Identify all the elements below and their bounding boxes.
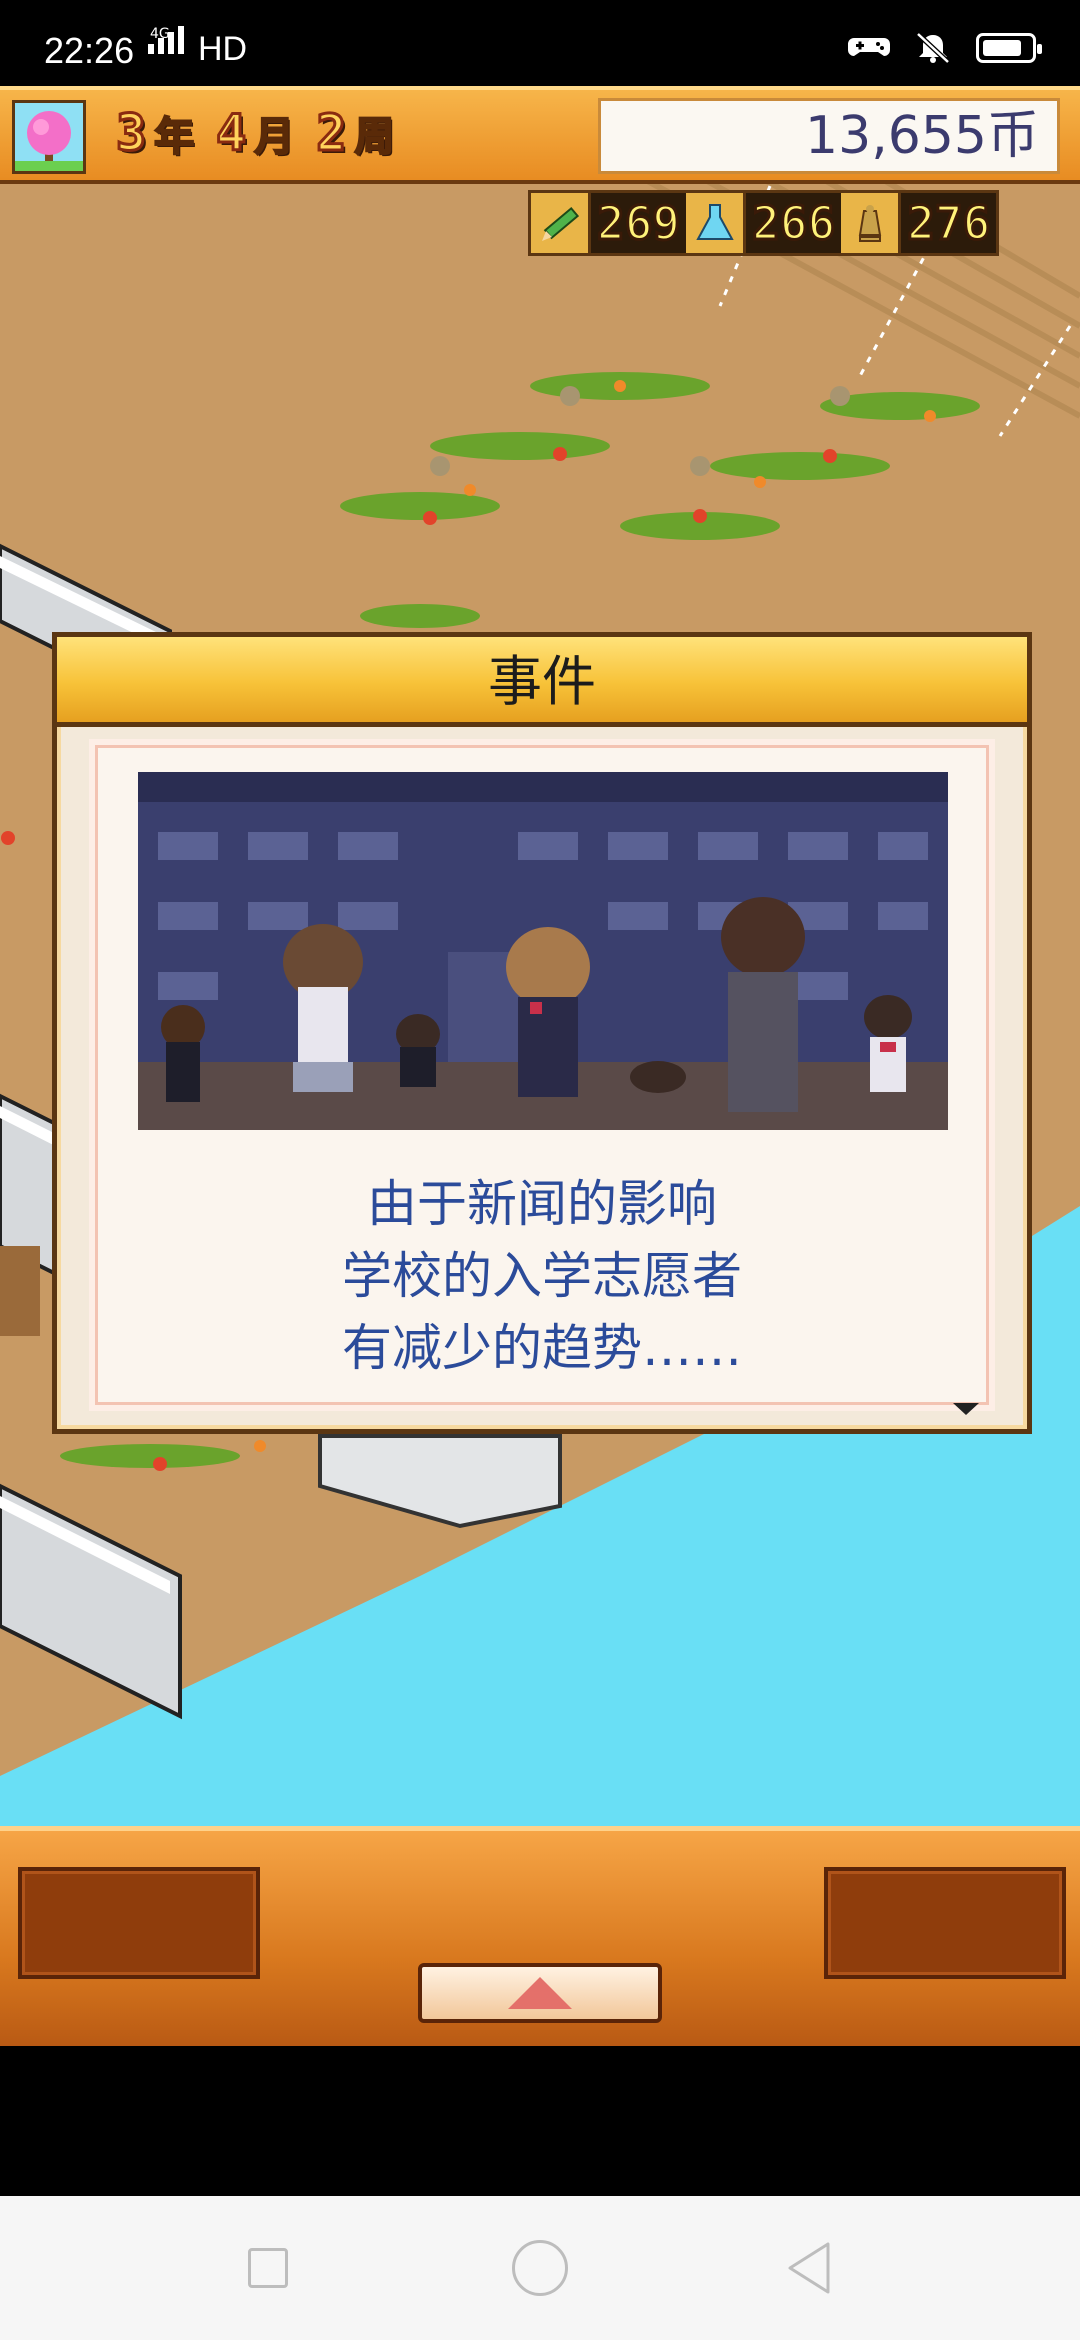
event-illustration (138, 772, 948, 1130)
system-nav-bar (0, 2196, 1080, 2340)
home-button[interactable] (512, 2240, 568, 2296)
pink-tree-icon[interactable] (12, 100, 86, 174)
money-display[interactable]: 13,655币 (598, 98, 1060, 174)
year-unit: 年 (153, 113, 195, 161)
event-dialog[interactable]: 事件 由于新闻的影响 学校的入学志愿者 有减少的趋势…… (52, 632, 1032, 1434)
up-arrow-icon (508, 1977, 572, 2009)
flask-value: 266 (746, 193, 842, 253)
month-value: 4 (215, 103, 248, 164)
event-line-1: 由于新闻的影响 (367, 1175, 717, 1233)
clock: 22:26 (44, 30, 135, 71)
left-slot-button[interactable] (18, 1867, 260, 1979)
year-value: 3 (114, 103, 147, 164)
trophy-value: 276 (901, 193, 997, 253)
month-unit: 月 (253, 113, 295, 161)
pencil-value: 269 (591, 193, 687, 253)
dialog-title: 事件 (488, 650, 596, 713)
back-button[interactable] (784, 2240, 834, 2296)
trophy-icon (841, 193, 902, 253)
week-unit: 周 (353, 113, 395, 161)
event-line-3: 有减少的趋势…… (342, 1319, 742, 1377)
pencil-icon (531, 193, 591, 253)
dialog-header: 事件 (57, 637, 1027, 727)
bottom-panel (0, 1826, 1080, 2046)
next-arrow-icon[interactable] (953, 1403, 979, 1415)
battery-icon (976, 33, 1042, 63)
open-menu-button[interactable] (418, 1963, 662, 2023)
hd-indicator: HD (198, 30, 248, 68)
game-date: 3 年 4 月 2 周 (114, 103, 408, 164)
recents-button[interactable] (248, 2248, 288, 2288)
resource-bar: 269 266 276 (528, 190, 1000, 256)
mute-bell-icon (916, 32, 950, 64)
right-slot-button[interactable] (824, 1867, 1066, 1979)
top-hud: 3 年 4 月 2 周 13,655币 (0, 86, 1080, 184)
week-value: 2 (315, 103, 348, 164)
event-message: 由于新闻的影响 学校的入学志愿者 有减少的趋势…… (98, 1168, 986, 1384)
event-line-2: 学校的入学志愿者 (342, 1247, 742, 1305)
dialog-body: 由于新闻的影响 学校的入学志愿者 有减少的趋势…… (95, 745, 989, 1405)
letterbox (0, 2046, 1080, 2196)
signal-icon: 4G (148, 26, 184, 54)
flask-icon (686, 193, 747, 253)
status-bar: 22:26 4G HD (0, 0, 1080, 86)
game-controller-icon (848, 38, 890, 56)
